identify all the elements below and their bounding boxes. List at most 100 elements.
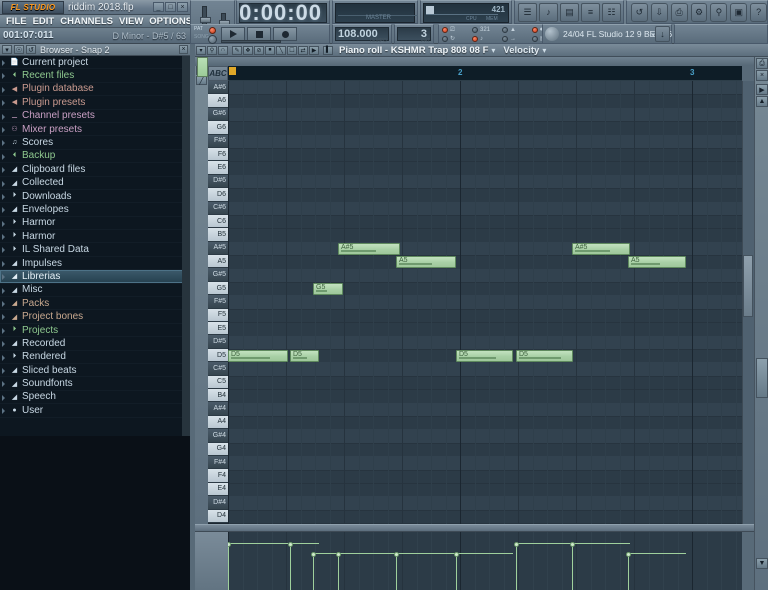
browser-item-mixer-presets[interactable]: ⚇ Mixer presets [0,123,190,137]
keyboard-icon[interactable]: ⎚ [450,27,455,33]
count-icon[interactable]: 321 [480,27,490,33]
record-option-led-7[interactable] [502,36,508,42]
pat-mode-label[interactable]: PAT [194,26,203,32]
velocity-editor[interactable] [228,532,742,590]
browser-item-librerias[interactable]: ◢ Librerias [0,270,190,284]
blend-icon[interactable]: ♪ [480,36,483,42]
browser-item-impulses[interactable]: ◢ Impulses [0,257,190,271]
record-button[interactable] [273,27,297,41]
tool-paint-icon[interactable]: ❖ [243,45,253,55]
velocity-stem[interactable] [290,543,291,590]
rail-tool-b-icon[interactable]: ╱ [196,76,207,85]
piano-key-Fs4[interactable]: F#4 [208,455,228,470]
browser-item-clipboard-files[interactable]: ◢ Clipboard files [0,163,190,177]
browser-tree[interactable]: 📄 Current project ⏴ Recent files ◀ Plugin dat… [0,56,190,436]
velocity-handle[interactable] [514,541,519,547]
piano-roll-note[interactable]: D5 [228,349,288,362]
piano-roll-title-dropdown-icon[interactable]: ▾ [491,46,495,55]
save-icon[interactable]: ⎙ [670,2,688,22]
expand-arrow-icon[interactable] [2,341,5,348]
browser-search-icon[interactable]: ☉ [14,45,24,54]
rail-scrolldown-icon[interactable]: ▼ [756,558,768,569]
undo-icon[interactable]: ↺ [631,2,648,22]
expand-arrow-icon[interactable] [2,60,5,66]
loop-icon[interactable]: ↻ [450,36,455,42]
step-sequencer-icon[interactable]: ≡ [581,2,600,22]
piano-key-Cs5[interactable]: C#5 [208,362,228,376]
piano-key-F5[interactable]: F5 [208,308,228,323]
playlist-icon[interactable]: ☰ [518,2,537,22]
piano-roll-note[interactable]: A5 [628,255,686,268]
velocity-stem[interactable] [396,554,397,590]
browser-item-harmor[interactable]: ⏵ Harmor [0,230,190,244]
piano-key-As4[interactable]: A#4 [208,402,228,416]
browser-item-projects[interactable]: ⏵ Projects [0,324,190,338]
piano-roll-grid[interactable]: D5 D5 G5 A#5 A5 D5 D5 A#5 A5 [228,81,742,524]
news-download-icon[interactable]: ↓ [655,26,670,42]
transport-time-display[interactable]: 0:00:00 [239,0,327,25]
browser-item-project-bones[interactable]: ◢ Project bones [0,310,190,324]
browser-item-sliced-beats[interactable]: ◢ Sliced beats [0,364,190,378]
expand-arrow-icon[interactable] [2,126,5,133]
record-option-led-5[interactable] [442,36,448,42]
expand-arrow-icon[interactable] [2,86,5,93]
piano-key-Ds5[interactable]: D#5 [208,335,228,349]
browser-item-recent-files[interactable]: ⏴ Recent files [0,69,190,83]
metronome-icon[interactable]: ▲ [510,27,516,33]
expand-arrow-icon[interactable] [2,287,5,294]
news-panel[interactable]: 24/04 FL Studio 12 9 BETA 6 ▾ ↓ [542,24,672,44]
piano-key-Fs5[interactable]: F#5 [208,295,228,309]
velocity-handle[interactable] [228,541,231,547]
zoom-icon[interactable]: ⚲ [710,2,728,22]
velocity-stem[interactable] [516,543,517,590]
browser-item-soundfonts[interactable]: ◢ Soundfonts [0,377,190,391]
time-position-readout[interactable]: 001:07:011 [3,30,54,41]
browser-snap-icon[interactable]: ↺ [26,45,36,54]
piano-roll-icon[interactable]: ♪ [539,2,558,22]
expand-arrow-icon[interactable] [2,394,5,401]
browser-scrollbar[interactable] [182,56,190,436]
tool-draw-icon[interactable]: ✎ [232,45,242,55]
record-option-led-0[interactable] [442,27,448,33]
browser-item-collected[interactable]: ◢ Collected [0,177,190,190]
piano-key-D6[interactable]: D6 [208,188,228,202]
piano-key-F6[interactable]: F6 [208,147,228,162]
piano-key-G5[interactable]: G5 [208,281,228,296]
close-icon[interactable]: × [177,2,188,12]
piano-key-F4[interactable]: F4 [208,469,228,483]
tool-select-icon[interactable]: ☐ [287,45,297,55]
export-icon[interactable]: ⇩ [650,2,668,22]
step-icon[interactable]: → [510,36,516,42]
expand-arrow-icon[interactable] [2,193,5,200]
piano-roll-note[interactable]: D5 [290,349,319,362]
song-mode-label[interactable]: SONG [194,34,209,40]
velocity-handle[interactable] [570,541,575,547]
record-option-led-3[interactable] [532,27,538,33]
piano-key-Fs6[interactable]: F#6 [208,134,228,148]
expand-arrow-icon[interactable] [2,367,5,374]
expand-arrow-icon[interactable] [2,354,5,361]
piano-roll-vscroll-thumb[interactable] [743,255,753,317]
expand-arrow-icon[interactable] [2,167,5,174]
record-option-led-1[interactable] [472,27,478,33]
piano-key-C6[interactable]: C6 [208,214,228,229]
piano-roll-note[interactable]: D5 [456,349,513,362]
piano-key-Ds4[interactable]: D#4 [208,496,228,510]
browser-item-packs[interactable]: ◢ Packs [0,297,190,311]
tool-playback-icon[interactable]: ▶ [309,45,319,55]
expand-arrow-icon[interactable] [2,113,5,120]
piano-roll-note[interactable]: A5 [396,255,456,268]
velocity-stem[interactable] [628,554,629,590]
piano-roll-menu-icon[interactable]: ▾ [196,45,206,55]
browser-item-channel-presets[interactable]: ⚊ Channel presets [0,110,190,123]
piano-roll-note[interactable]: D5 [516,349,573,362]
tool-mute-icon[interactable]: ⏹ [265,45,275,55]
browser-menu-icon[interactable]: ▾ [2,45,12,54]
expand-arrow-icon[interactable] [2,153,5,160]
browser-item-user[interactable]: ● User [0,404,190,418]
velocity-handle[interactable] [454,552,459,558]
tool-delete-icon[interactable]: ⊘ [254,45,264,55]
piano-roll-note[interactable]: G5 [313,282,343,295]
piano-roll-timeline[interactable]: 23 [228,66,742,81]
record-option-led-6[interactable] [472,36,478,42]
